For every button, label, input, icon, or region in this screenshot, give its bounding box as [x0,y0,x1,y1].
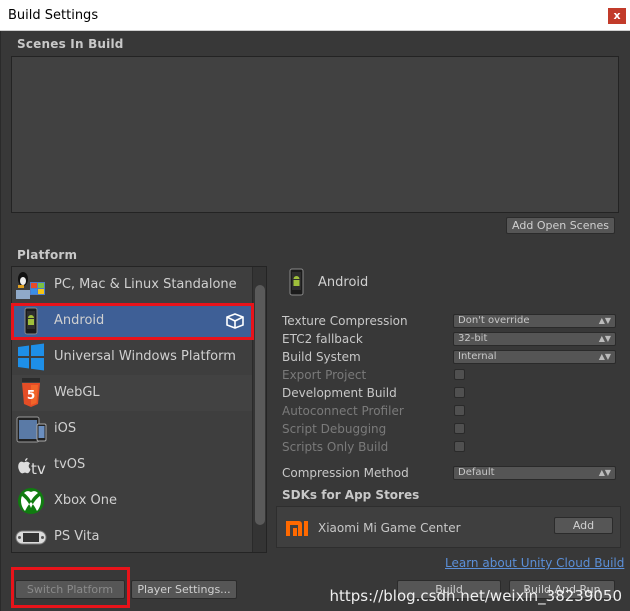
platform-label: PC, Mac & Linux Standalone [54,277,237,292]
dropdown-arrow-icon: ▲▼ [598,334,611,343]
add-sdk-button[interactable]: Add [554,517,613,534]
sdk-list-item: Xiaomi Mi Game Center Add [276,506,621,548]
scenes-heading: Scenes In Build [17,37,124,51]
autoconnect-profiler-label: Autoconnect Profiler [282,404,404,418]
sdk-name: Xiaomi Mi Game Center [318,521,461,535]
dropdown-value: Default [458,467,495,478]
apple-tv-icon: tv [18,458,46,478]
dropdown-value: 32-bit [458,333,488,344]
pc-mac-linux-icon [16,272,45,299]
platform-item-webgl[interactable]: 5 WebGL [12,375,252,411]
platform-item-uwp[interactable]: Universal Windows Platform [12,339,252,375]
development-build-checkbox[interactable] [454,387,465,398]
scripts-only-build-label: Scripts Only Build [282,440,389,454]
svg-text:5: 5 [27,388,35,402]
compression-method-label: Compression Method [282,466,409,480]
platform-label: PS Vita [54,529,100,544]
texture-compression-label: Texture Compression [282,314,408,328]
compression-method-dropdown[interactable]: Default ▲▼ [453,466,616,480]
platform-item-ios[interactable]: iOS [12,411,252,447]
platform-label: tvOS [54,457,86,472]
ios-device-icon [16,416,47,443]
platform-heading: Platform [17,248,78,262]
xbox-icon [18,488,44,514]
android-device-icon [289,268,304,296]
scripts-only-build-checkbox[interactable] [454,441,465,452]
platform-label: Universal Windows Platform [54,349,236,364]
script-debugging-checkbox[interactable] [454,423,465,434]
switch-platform-highlight-box [11,567,130,608]
platform-item-xbox-one[interactable]: Xbox One [12,483,252,519]
watermark-text: https://blog.csdn.net/weixin_38239050 [329,587,622,605]
sdks-heading: SDKs for App Stores [282,488,420,502]
platform-item-ps-vita[interactable]: PS Vita [12,519,252,552]
player-settings-button[interactable]: Player Settings... [131,580,237,599]
dropdown-value: Internal [458,351,497,362]
build-system-dropdown[interactable]: Internal ▲▼ [453,350,616,364]
svg-text:tv: tv [31,460,46,478]
export-project-label: Export Project [282,368,367,382]
script-debugging-label: Script Debugging [282,422,387,436]
platform-label: iOS [54,421,77,436]
scenes-list[interactable] [11,56,619,213]
platform-label: WebGL [54,385,100,400]
etc2-fallback-dropdown[interactable]: 32-bit ▲▼ [453,332,616,346]
xiaomi-logo-icon [286,521,308,536]
ps-vita-icon [15,530,47,545]
platform-item-pc-mac-linux[interactable]: PC, Mac & Linux Standalone [12,267,252,303]
export-project-checkbox[interactable] [454,369,465,380]
platform-list-scrollbar[interactable] [252,267,266,552]
dropdown-arrow-icon: ▲▼ [598,316,611,325]
title-bar: Build Settings x [0,0,630,31]
windows-icon [18,343,44,371]
development-build-label: Development Build [282,386,397,400]
window-title: Build Settings [8,8,99,23]
etc2-fallback-label: ETC2 fallback [282,332,363,346]
dropdown-arrow-icon: ▲▼ [598,352,611,361]
dropdown-value: Don't override [458,315,530,326]
build-settings-window: Scenes In Build Add Open Scenes Platform… [0,31,630,611]
dropdown-arrow-icon: ▲▼ [598,468,611,477]
texture-compression-dropdown[interactable]: Don't override ▲▼ [453,314,616,328]
html5-icon: 5 [22,378,40,407]
platform-title: Android [318,275,369,290]
scrollbar-thumb[interactable] [255,285,265,525]
android-highlight-box [11,303,254,340]
platform-label: Xbox One [54,493,118,508]
build-system-label: Build System [282,350,361,364]
add-open-scenes-button[interactable]: Add Open Scenes [506,217,615,234]
autoconnect-profiler-checkbox[interactable] [454,405,465,416]
cloud-build-link[interactable]: Learn about Unity Cloud Build [445,556,624,570]
close-button[interactable]: x [608,8,626,24]
platform-item-tvos[interactable]: tv tvOS [12,447,252,483]
